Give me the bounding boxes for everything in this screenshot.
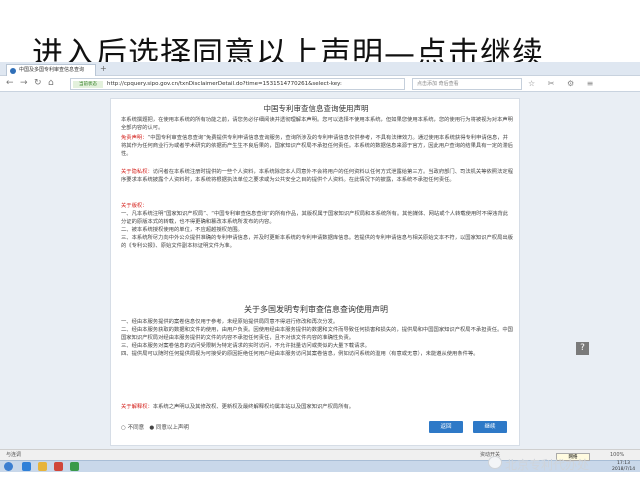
forward-icon[interactable]: → (20, 79, 28, 88)
copyright-paragraph: 关于版权： 一、凡本系统注明“国家知识产权局”、“中国专利审查信息查询”的所有作… (121, 202, 513, 300)
continue-button[interactable]: 继续 (473, 421, 507, 433)
status-left: 与连调 (6, 452, 22, 458)
watermark-logo-icon (488, 456, 502, 469)
privacy-text: 访问者在本系统注册时提供的一些个人资料，本系统除您本人同意外不会将用户的任何资料… (121, 169, 513, 183)
url-text: http://cpquery.sipo.gov.cn/txnDisclaimer… (107, 81, 342, 87)
disclaimer-label: 免责声明： (121, 135, 148, 141)
url-input[interactable]: 当前状态 http://cpquery.sipo.gov.cn/txnDiscl… (70, 78, 405, 90)
multinational-paragraph: 一、经由本服务提供的案卷信息仅用于参考，未经原始提供局同意不得进行修改和再次分发… (121, 319, 513, 357)
app2-icon[interactable] (70, 462, 79, 471)
toolbar-icons[interactable]: ☆ ✂ ⚙ ≡ (528, 79, 598, 88)
disclaimer-paragraph: 免责声明：“中国专利审查信息查询”免费提供专利申请信息查询服务，查询所涉及的专利… (121, 134, 513, 166)
secure-badge: 当前状态 (73, 81, 103, 88)
privacy-paragraph: 关于隐私权：访问者在本系统注册时提供的一些个人资料，本系统除您本人同意外不会将用… (121, 168, 513, 200)
back-button[interactable]: 返回 (429, 421, 463, 433)
interpretation-text: 本系统之声明以及其修改权、更新权及最终解释权均属本站以及国家知识产权局所有。 (152, 404, 355, 410)
agree-label[interactable]: 同意以上声明 (156, 425, 189, 431)
browser-screenshot: 中国及多国专利审查信息查询 + ← → ↻ ⌂ 当前状态 http://cpqu… (0, 62, 640, 472)
tab-bar: 中国及多国专利审查信息查询 + (0, 62, 640, 76)
start-icon[interactable] (4, 462, 13, 471)
consent-options: ○ 不同意 ● 同意以上声明 (121, 423, 189, 431)
home-icon[interactable]: ⌂ (48, 79, 54, 88)
disagree-label[interactable]: 不同意 (128, 425, 145, 431)
zoom-level[interactable]: 100% (610, 450, 624, 460)
agree-radio[interactable]: ● (146, 425, 156, 431)
refresh-icon[interactable]: ↻ (34, 79, 42, 88)
clock[interactable]: 17:13 2018/7/14 (612, 461, 635, 472)
interpretation-paragraph: 关于解释权：本系统之声明以及其修改权、更新权及最终解释权均属本站以及国家知识产权… (121, 403, 513, 412)
page-title: 中国专利审查信息查询使用声明 (263, 104, 369, 113)
clock-date: 2018/7/14 (612, 466, 636, 472)
interpretation-label: 关于解释权： (121, 404, 153, 410)
help-button[interactable]: ? (576, 342, 589, 355)
ie-icon[interactable] (22, 462, 31, 471)
disclaimer-text: “中国专利审查信息查询”免费提供专利申请信息查询服务，查询所涉及的专利申请信息仅… (121, 135, 513, 157)
disclaimer-card: 中国专利审查信息查询使用声明 本系统撰题把，在使用本系统的所有功能之前，请您务必… (110, 98, 520, 446)
site-favicon-icon (10, 68, 16, 74)
tab-title: 中国及多国专利审查信息查询 (19, 67, 85, 73)
app-icon[interactable] (54, 462, 63, 471)
copyright-text: 一、凡本系统注明“国家知识产权局”、“中国专利审查信息查询”的所有作品，其版权属… (121, 211, 513, 249)
page-content: 中国专利审查信息查询使用声明 本系统撰题把，在使用本系统的所有功能之前，请您务必… (0, 92, 640, 449)
multinational-title: 关于多国发明专利审查信息查询使用声明 (244, 305, 388, 314)
watermark-text: 北京专利代办处 (505, 458, 590, 472)
browser-tab[interactable]: 中国及多国专利审查信息查询 (6, 64, 96, 76)
search-input[interactable]: 点击添加 奇后查看 (412, 78, 522, 90)
privacy-label: 关于隐私权： (121, 169, 153, 175)
intro-paragraph: 本系统撰题把，在使用本系统的所有功能之前，请您务必仔细阅读并透彻理解本声明。您可… (121, 117, 513, 131)
new-tab-button[interactable]: + (100, 65, 107, 73)
copyright-label: 关于版权： (121, 203, 148, 209)
folder-icon[interactable] (38, 462, 47, 471)
address-bar: ← → ↻ ⌂ 当前状态 http://cpquery.sipo.gov.cn/… (0, 76, 640, 92)
back-icon[interactable]: ← (6, 79, 14, 88)
